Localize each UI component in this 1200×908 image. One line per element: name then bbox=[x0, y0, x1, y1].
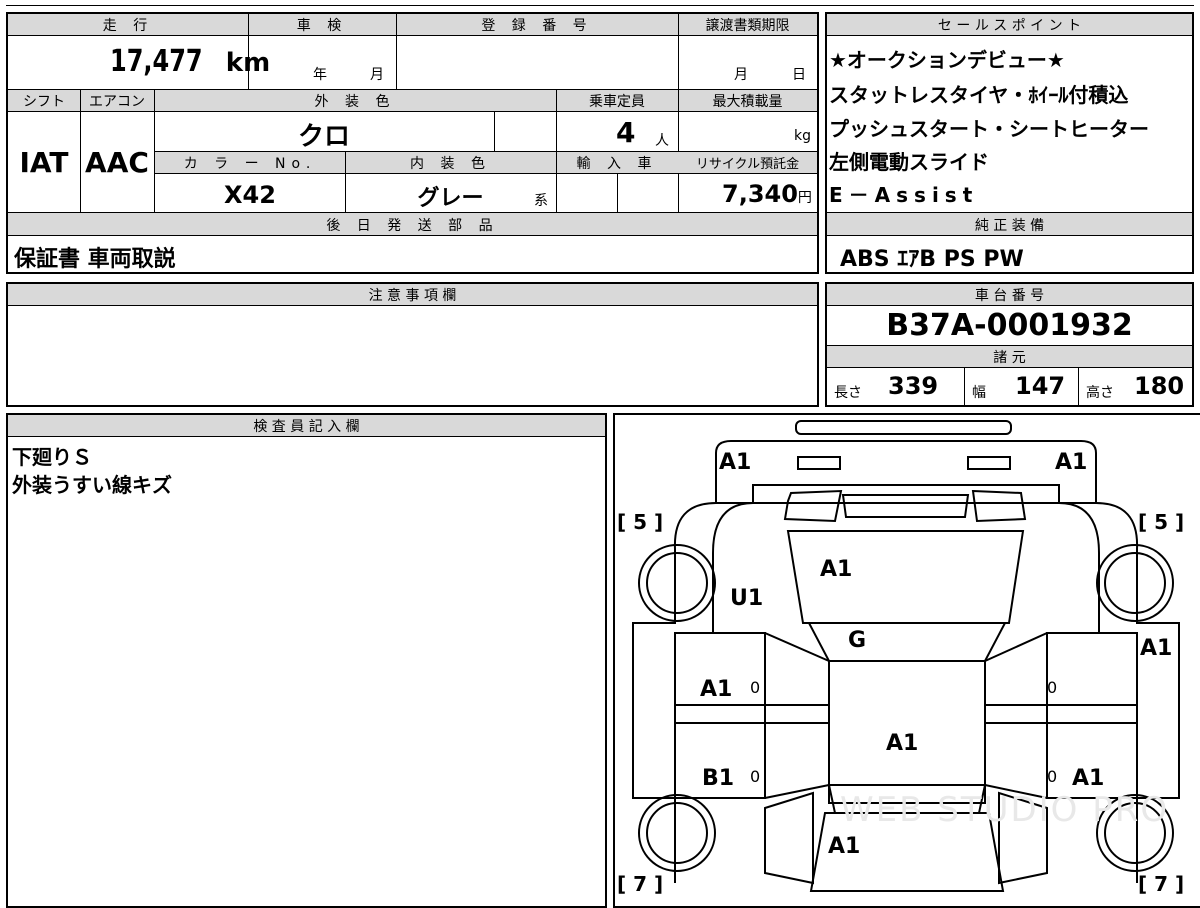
mileage-value: 17,477 km bbox=[110, 44, 271, 79]
inspector-line-1: 下廻りＳ bbox=[12, 445, 92, 469]
capacity-label: 乗車定員 bbox=[589, 94, 645, 110]
color-no-label: カ ラ ー No. bbox=[183, 156, 317, 172]
transfer-deadline-label: 譲渡書類期限 bbox=[705, 18, 790, 34]
aircon-label: エアコン bbox=[89, 94, 145, 110]
mark-right-rear: A1 bbox=[1072, 766, 1105, 791]
max-load-label: 最大積載量 bbox=[712, 94, 783, 110]
length-value: 339 bbox=[888, 372, 939, 400]
sales-point-line-1: ★オークションデビュー★ bbox=[829, 48, 1065, 72]
height-value: 180 bbox=[1134, 372, 1185, 400]
later-parts-label: 後 日 発 送 部 品 bbox=[326, 218, 499, 234]
mark-roof: A1 bbox=[886, 731, 919, 756]
mark-hood: A1 bbox=[820, 557, 853, 582]
exterior-color-label: 外 装 色 bbox=[314, 94, 396, 110]
interior-color-label: 内 装 色 bbox=[410, 156, 491, 172]
inspector-line-2: 外装うすい線キズ bbox=[12, 473, 172, 497]
sales-point-line-4: 左側電動スライド bbox=[829, 150, 989, 174]
mileage-label: 走 行 bbox=[102, 18, 154, 34]
capacity-value: 4 bbox=[616, 116, 636, 149]
sales-point-line-3: プッシュスタート・シートヒーター bbox=[829, 117, 1149, 141]
length-label: 長さ bbox=[834, 385, 862, 401]
tire-front-left: [ 5 ] bbox=[617, 510, 664, 534]
mark-left-front-door: A1 bbox=[700, 677, 733, 702]
zero-mark-2: 0 bbox=[1047, 678, 1058, 697]
zero-mark-3: 0 bbox=[750, 767, 761, 786]
mark-front-right-corner: A1 bbox=[1055, 450, 1088, 475]
registration-label: 登 録 番 号 bbox=[481, 18, 593, 34]
top-cut-strip bbox=[6, 0, 1194, 6]
capacity-unit: 人 bbox=[655, 133, 669, 149]
genuine-equipment-label: 純 正 装 備 bbox=[974, 218, 1045, 234]
inspection-label: 車 検 bbox=[296, 18, 348, 34]
tire-front-right: [ 5 ] bbox=[1138, 510, 1185, 534]
specs-label: 諸 元 bbox=[993, 350, 1026, 366]
sales-points-label: セ ー ル ス ポ イ ン ト bbox=[937, 18, 1082, 34]
sales-point-line-5: E－Assist bbox=[829, 183, 979, 207]
mark-left-rear-door: B1 bbox=[702, 766, 735, 791]
exterior-color-value: クロ bbox=[297, 122, 350, 152]
mark-front-left-corner: A1 bbox=[719, 450, 752, 475]
sales-point-line-2: スタットレスタイヤ・ﾎｲｰﾙ付積込 bbox=[829, 83, 1129, 107]
chassis-label: 車 台 番 号 bbox=[974, 288, 1045, 304]
recycle-fee-value: 7,340円 bbox=[722, 180, 812, 208]
inspection-month: 月 bbox=[370, 67, 384, 83]
mark-front-left-fender: U1 bbox=[730, 586, 764, 611]
interior-color-suffix: 系 bbox=[534, 193, 548, 209]
interior-color-value: グレー bbox=[417, 186, 484, 211]
genuine-equipment-value: ABS ｴｱB PS PW bbox=[840, 247, 1024, 272]
chassis-value: B37A-0001932 bbox=[886, 308, 1133, 343]
deadline-month: 月 bbox=[734, 67, 748, 83]
mark-right-side-upper: A1 bbox=[1140, 636, 1173, 661]
import-label: 輸 入 車 bbox=[576, 156, 658, 172]
zero-mark-1: 0 bbox=[750, 678, 761, 697]
tire-rear-left: [ 7 ] bbox=[617, 872, 664, 896]
aircon-value: AAC bbox=[85, 146, 149, 179]
notes-label: 注 意 事 項 欄 bbox=[368, 288, 457, 304]
deadline-day: 日 bbox=[792, 67, 806, 83]
watermark: WEB STUDIO PRO bbox=[840, 790, 1170, 830]
inspection-year: 年 bbox=[313, 67, 327, 83]
recycle-fee-label: リサイクル預託金 bbox=[695, 157, 800, 172]
later-parts-value: 保証書 車両取説 bbox=[14, 247, 176, 272]
zero-mark-4: 0 bbox=[1047, 767, 1058, 786]
inspector-label: 検 査 員 記 入 欄 bbox=[253, 419, 360, 435]
width-value: 147 bbox=[1015, 372, 1066, 400]
height-label: 高さ bbox=[1086, 385, 1114, 401]
mark-rear-gate: A1 bbox=[828, 834, 861, 859]
shift-label: シフト bbox=[23, 94, 65, 110]
width-label: 幅 bbox=[972, 385, 986, 401]
tire-rear-right: [ 7 ] bbox=[1138, 872, 1185, 896]
color-no-value: X42 bbox=[224, 181, 276, 209]
max-load-unit: kg bbox=[794, 128, 811, 144]
shift-value: IAT bbox=[19, 146, 69, 179]
mark-windshield: G bbox=[848, 628, 867, 653]
